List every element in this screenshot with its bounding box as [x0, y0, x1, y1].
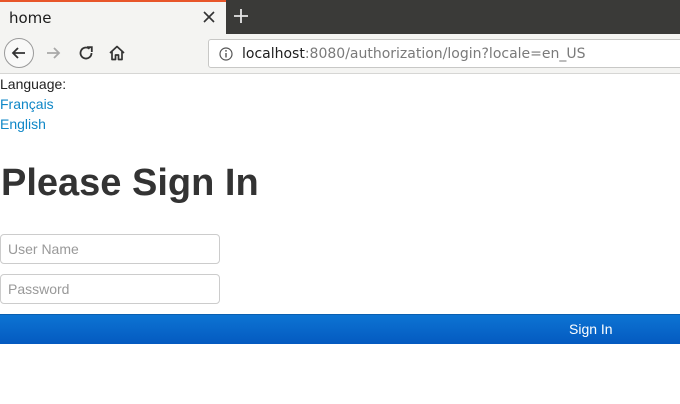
language-link-french[interactable]: Français — [0, 96, 54, 112]
tab-strip: home — [0, 0, 680, 34]
home-icon — [109, 45, 125, 61]
reload-button[interactable] — [71, 38, 101, 68]
password-input[interactable] — [0, 274, 220, 304]
forward-button[interactable] — [38, 38, 68, 68]
address-bar[interactable]: localhost:8080/authorization/login?local… — [208, 39, 680, 68]
info-icon[interactable] — [219, 47, 233, 61]
language-link-english[interactable]: English — [0, 116, 46, 132]
url-path: :8080/authorization/login?locale=en_US — [304, 46, 586, 62]
language-label: Language: — [0, 76, 67, 92]
page-title: Please Sign In — [1, 162, 259, 204]
back-button[interactable] — [4, 38, 34, 68]
url-text: localhost:8080/authorization/login?local… — [242, 46, 586, 62]
close-icon[interactable] — [202, 10, 216, 24]
sign-in-button[interactable]: Sign In — [0, 314, 680, 344]
navigation-toolbar: localhost:8080/authorization/login?local… — [0, 34, 680, 74]
sign-in-label: Sign In — [569, 321, 613, 337]
tab-title: home — [9, 9, 52, 27]
home-button[interactable] — [102, 38, 132, 68]
arrow-right-icon — [47, 47, 61, 59]
url-host: localhost — [242, 46, 305, 62]
plus-icon[interactable] — [232, 7, 250, 25]
arrow-left-icon — [11, 47, 25, 59]
reload-icon — [79, 46, 93, 60]
username-input[interactable] — [0, 234, 220, 264]
tab-home[interactable]: home — [0, 0, 226, 34]
page-content: Language: Français English Please Sign I… — [0, 74, 680, 404]
